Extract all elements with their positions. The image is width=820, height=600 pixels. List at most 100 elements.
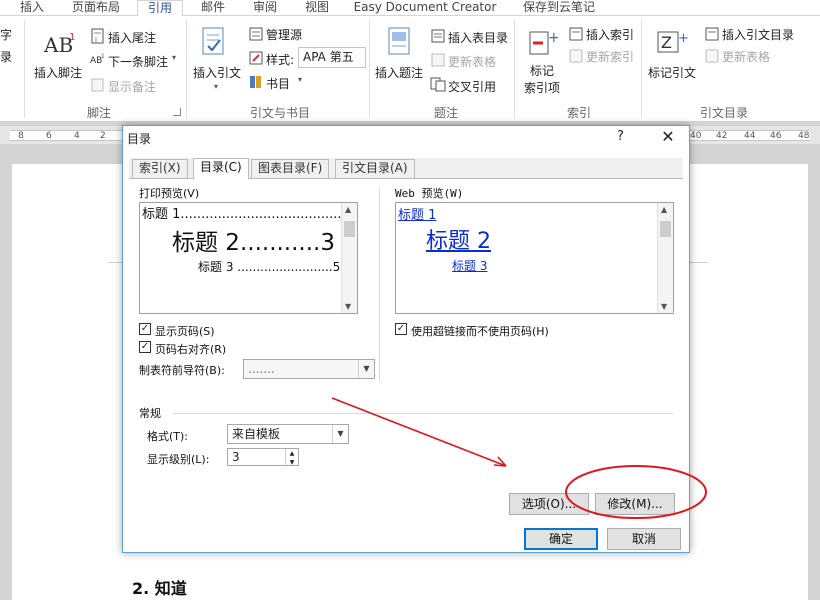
scroll-up-icon[interactable]: ▲: [345, 205, 351, 214]
options-button[interactable]: 选项(O)...: [509, 493, 589, 515]
web-preview-scrollbar[interactable]: ▲ ▼: [657, 203, 673, 313]
update-index-button[interactable]: 更新索引: [586, 48, 634, 65]
close-icon[interactable]: ✕: [657, 127, 679, 146]
scroll-thumb[interactable]: [344, 221, 355, 237]
right-align-label: 页码右对齐(R): [155, 343, 227, 356]
ruler-number: 42: [716, 131, 728, 141]
document-heading[interactable]: 2. 知道: [132, 575, 187, 599]
levels-label: 显示级别(L):: [147, 453, 210, 466]
mark-citation-button[interactable]: 标记引文: [648, 64, 696, 81]
modify-button[interactable]: 修改(M)...: [595, 493, 675, 515]
bibliography-icon: [248, 74, 264, 93]
print-preview-box: 标题 1....................................…: [139, 202, 358, 314]
insert-table-of-figures-button[interactable]: 插入表目录: [448, 29, 508, 46]
update-toa-button[interactable]: 更新表格: [722, 48, 770, 65]
next-footnote-button[interactable]: 下一条脚注: [108, 53, 168, 70]
insert-footnote-icon[interactable]: AB 1: [43, 30, 78, 59]
web-preview-link-1[interactable]: 标题 1: [398, 204, 436, 223]
show-page-numbers-label: 显示页码(S): [155, 325, 215, 338]
preview-divider: [379, 187, 380, 382]
ruler-number: 4: [74, 131, 80, 141]
citations-group-label: 引文与书目: [249, 106, 310, 120]
ruler-number: 48: [798, 131, 810, 141]
svg-text:+: +: [548, 30, 558, 46]
tab-toc[interactable]: 目录(C): [193, 158, 249, 179]
web-preview-link-3[interactable]: 标题 3: [452, 257, 487, 274]
ribbon: 字 录 AB 1 插入脚注 i 插入尾注 AB 1 下一条脚注 ▾ 显示备注 脚注 …: [0, 16, 820, 122]
right-align-checkbox[interactable]: ✓: [139, 341, 151, 353]
svg-text:Z: Z: [661, 33, 672, 52]
toa-group-label: 引文目录: [699, 106, 748, 120]
levels-stepper[interactable]: 3 ▲ ▼: [227, 448, 299, 467]
footnotes-group-label: 脚注: [86, 106, 111, 120]
tab-references[interactable]: 引用: [137, 0, 183, 17]
tab-page-layout[interactable]: 页面布局: [66, 0, 126, 16]
scroll-down-icon[interactable]: ▼: [661, 302, 667, 311]
ok-button[interactable]: 确定: [524, 528, 598, 550]
insert-toa-button[interactable]: 插入引文目录: [722, 26, 794, 43]
svg-text:1: 1: [101, 53, 105, 60]
web-preview-label: Web 预览(W): [395, 187, 464, 200]
footnotes-dialog-launcher-icon[interactable]: [173, 108, 181, 116]
chevron-down-icon[interactable]: ▼: [358, 360, 374, 378]
tab-index[interactable]: 索引(X): [132, 159, 188, 178]
help-button[interactable]: ?: [617, 129, 624, 144]
web-preview-box: 标题 1 标题 2 标题 3 ▲ ▼: [395, 202, 674, 314]
tab-view[interactable]: 视图: [300, 0, 334, 16]
insert-citation-dropdown-icon[interactable]: ▾: [214, 82, 218, 91]
tab-leader-value: .......: [248, 362, 275, 376]
toc-tab-panel: 打印预览(V) 标题 1............................…: [129, 178, 683, 547]
stepper-up-icon[interactable]: ▲: [286, 449, 298, 458]
insert-endnote-icon: i: [90, 28, 106, 47]
svg-text:i: i: [95, 36, 97, 44]
cancel-button[interactable]: 取消: [607, 528, 681, 550]
captions-group-label: 题注: [433, 106, 458, 120]
update-toa-icon: [704, 48, 720, 67]
bibliography-dropdown-icon[interactable]: ▾: [298, 75, 302, 84]
insert-citation-icon[interactable]: [200, 26, 228, 61]
mark-citation-icon[interactable]: Z +: [656, 28, 689, 59]
manage-sources-button[interactable]: 管理源: [266, 26, 302, 43]
bibliography-button[interactable]: 书目: [266, 75, 290, 92]
mark-entry-icon[interactable]: +: [528, 28, 560, 61]
scroll-up-icon[interactable]: ▲: [661, 205, 667, 214]
tab-insert[interactable]: 插入: [12, 0, 52, 16]
svg-text:1: 1: [69, 32, 75, 43]
insert-endnote-button[interactable]: 插入尾注: [108, 29, 156, 46]
insert-citation-button[interactable]: 插入引文: [193, 64, 241, 81]
print-preview-scrollbar[interactable]: ▲ ▼: [341, 203, 357, 313]
tab-leader-dropdown[interactable]: ....... ▼: [243, 359, 375, 379]
ruler-number: 2: [100, 131, 106, 141]
insert-index-icon: [568, 26, 584, 45]
insert-index-button[interactable]: 插入索引: [586, 26, 634, 43]
insert-caption-button[interactable]: 插入题注: [375, 64, 423, 81]
use-hyperlinks-checkbox[interactable]: ✓: [395, 323, 407, 335]
insert-toa-icon: [704, 26, 720, 45]
mark-entry-button-line1[interactable]: 标记: [530, 62, 554, 79]
show-notes-button[interactable]: 显示备注: [108, 78, 156, 95]
show-page-numbers-checkbox[interactable]: ✓: [139, 323, 151, 335]
stepper-down-icon[interactable]: ▼: [286, 458, 298, 467]
web-preview-link-2[interactable]: 标题 2: [426, 223, 491, 255]
tab-table-of-authorities[interactable]: 引文目录(A): [335, 159, 415, 178]
formats-dropdown[interactable]: 来自模板 ▼: [227, 424, 349, 444]
style-label: 样式:: [266, 53, 295, 67]
tab-easy-document-creator[interactable]: Easy Document Creator: [352, 0, 498, 16]
tab-table-of-figures[interactable]: 图表目录(F): [251, 159, 330, 178]
scroll-thumb[interactable]: [660, 221, 671, 237]
scroll-down-icon[interactable]: ▼: [345, 302, 351, 311]
next-footnote-dropdown-icon[interactable]: ▾: [172, 53, 176, 62]
style-dropdown[interactable]: APA 第五: [298, 47, 366, 68]
insert-footnote-button[interactable]: 插入脚注: [34, 64, 82, 81]
insert-caption-icon[interactable]: [386, 26, 412, 61]
chevron-down-icon[interactable]: ▼: [332, 425, 348, 443]
ribbon-cut-text-2: 录: [0, 50, 13, 64]
update-table-button[interactable]: 更新表格: [448, 53, 496, 70]
tab-mailings[interactable]: 邮件: [196, 0, 230, 16]
dialog-body: 索引(X) 目录(C) 图表目录(F) 引文目录(A) 打印预览(V) 标题 1…: [129, 158, 683, 547]
mark-entry-button-line2[interactable]: 索引项: [524, 79, 560, 96]
tab-review[interactable]: 审阅: [248, 0, 282, 16]
tab-save-to-cloud-notes[interactable]: 保存到云笔记: [516, 0, 602, 16]
ruler-number: 44: [744, 131, 756, 141]
cross-reference-button[interactable]: 交叉引用: [448, 78, 496, 95]
